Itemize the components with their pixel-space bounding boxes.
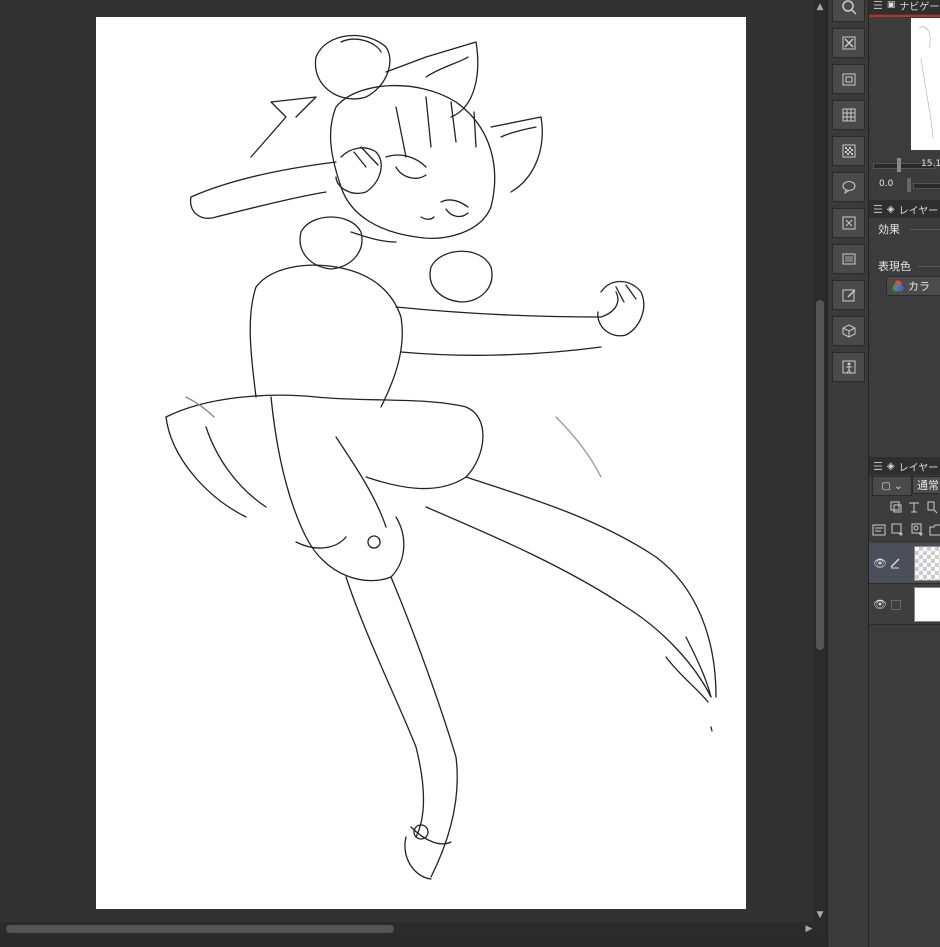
edit-layer-pen-icon[interactable] [889,557,901,569]
clip-layer-icon[interactable] [889,500,903,514]
navigator-view-frame [869,15,940,17]
panel-menu-icon[interactable]: ☰ [873,203,883,216]
layer-panel-tab-icon: ◈ [886,460,895,472]
layer-property-tab-icon: ◈ [886,203,895,215]
new-vector-layer-icon[interactable] [911,523,925,537]
sketch-drawing [165,34,717,880]
layer-property-header[interactable]: ☰ ◈ レイヤー [869,200,940,218]
canvas-area[interactable] [0,0,812,922]
panel-menu-icon[interactable]: ☰ [873,460,883,473]
effect-label: 効果 [878,223,900,236]
layer-row-paper[interactable]: 👁 [869,584,940,625]
layer-color-select[interactable]: ▢ ⌄ [872,476,912,496]
grid-icon[interactable] [832,100,865,130]
zoom-slider[interactable]: 15.1 [873,158,940,172]
navigator-preview[interactable] [911,18,940,150]
new-folder-icon[interactable] [929,523,940,537]
vertical-scroll-thumb[interactable] [816,300,824,650]
layer-panel-header[interactable]: ☰ ◈ レイヤー [869,457,940,475]
visibility-eye-icon[interactable]: 👁 [873,598,887,611]
new-folder-layer-icon[interactable] [872,523,886,537]
right-panel: ☰ ▣ ナビゲー 15.1 0.0 ☰ ◈ レイヤー 効果 表現色 カラ ☰ ◈… [868,0,940,947]
close-window-icon[interactable] [832,28,865,58]
visibility-eye-icon[interactable]: 👁 [873,557,887,570]
rotation-slider[interactable]: 0.0 [873,178,940,192]
lock-transparent-icon[interactable] [925,500,939,514]
navigator-icon[interactable] [832,0,865,22]
edit-icon[interactable] [832,280,865,310]
navigator-header[interactable]: ☰ ▣ ナビゲー [869,0,940,14]
layer-thumbnail-transparent [914,546,940,581]
layer-list-icon[interactable] [832,244,865,274]
panel-toolbar [827,0,868,947]
horizontal-scrollbar[interactable]: ▶ [0,922,827,936]
material-icon[interactable] [832,64,865,94]
3d-box-icon[interactable] [832,316,865,346]
layer-property-title: レイヤー [898,205,939,217]
texture-icon[interactable] [832,136,865,166]
expression-color-button[interactable]: カラ [886,276,940,296]
panel-menu-icon[interactable]: ☰ [873,0,883,12]
scroll-up-icon[interactable]: ▲ [813,0,827,14]
layer-panel-title: レイヤー [898,462,939,474]
navigator-title: ナビゲー [899,1,940,13]
scroll-right-icon[interactable]: ▶ [803,922,815,936]
vertical-scrollbar[interactable]: ▲ ▼ [813,0,827,922]
scroll-down-icon[interactable]: ▼ [813,908,827,922]
zoom-value: 15.1 [921,159,940,169]
navigator-tab-icon: ▣ [886,0,896,10]
layer-thumbnail-paper [914,587,940,622]
color-button-label: カラ [908,280,930,293]
rotation-value: 0.0 [879,179,894,189]
horizontal-scroll-thumb[interactable] [6,925,394,933]
blend-mode-select[interactable]: 通常 [912,476,940,494]
drawing-paper[interactable] [96,17,746,909]
reference-layer-icon[interactable] [907,500,921,514]
lock-checkbox[interactable] [891,600,901,610]
expression-color-label: 表現色 [878,260,911,273]
new-raster-layer-icon[interactable] [891,523,905,537]
transform-icon[interactable] [832,208,865,238]
status-strip [0,936,940,947]
pose-figure-icon[interactable] [832,352,865,382]
color-circles-icon [892,280,904,292]
speech-balloon-icon[interactable] [832,172,865,202]
layer-row-selected[interactable]: 👁 [869,543,940,584]
